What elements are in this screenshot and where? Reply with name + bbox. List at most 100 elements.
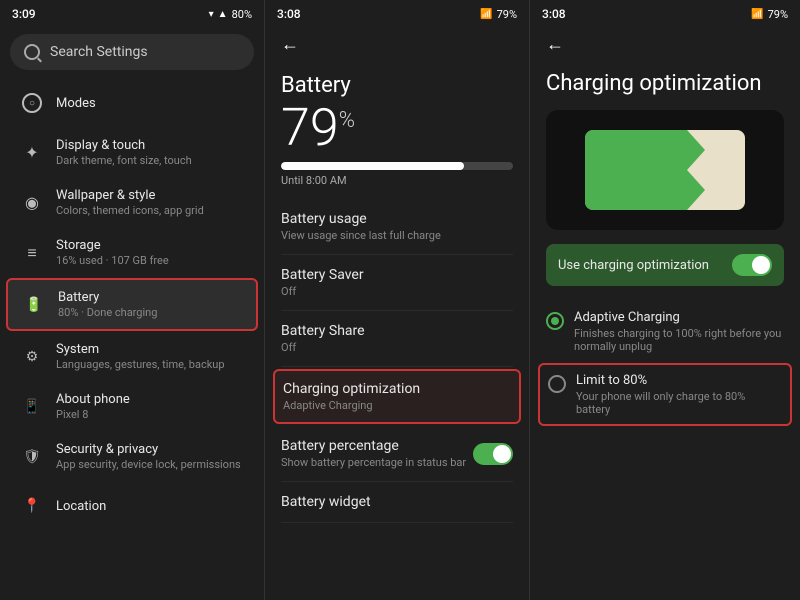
battery-p2: 79% [497,8,517,21]
sidebar-item-modes[interactable]: ○ Modes [6,79,258,127]
battery-visual [585,130,745,210]
battery-share-subtitle: Off [281,341,513,354]
charging-optimization-title: Charging optimization [283,381,511,397]
about-icon: 📱 [18,393,46,421]
sidebar-item-display[interactable]: ✦ Display & touch Dark theme, font size,… [6,128,258,177]
modes-title: Modes [56,96,246,111]
settings-list: ○ Modes ✦ Display & touch Dark theme, fo… [0,78,264,531]
adaptive-charging-radio[interactable] [546,312,564,330]
charging-optimization-subtitle: Adaptive Charging [283,399,511,412]
display-title: Display & touch [56,138,246,153]
charging-status-bar: 3:08 📶 79% [530,0,800,28]
battery-subtitle: 80% · Done charging [58,306,244,319]
limit80-radio[interactable] [548,375,566,393]
signal-icon-p1: ▲ [218,9,228,20]
display-icon: ✦ [18,139,46,167]
security-subtitle: App security, device lock, permissions [56,458,246,471]
sidebar-item-storage[interactable]: ≡ Storage 16% used · 107 GB free [6,228,258,277]
adaptive-charging-title: Adaptive Charging [574,310,784,325]
status-bar-p1: 3:09 ▾ ▲ 80% [0,0,264,28]
battery-saver-item[interactable]: Battery Saver Off [281,255,513,311]
battery-percentage-toggle[interactable] [473,443,513,465]
charging-optimization-item[interactable]: Charging optimization Adaptive Charging [273,369,521,424]
battery-percent-symbol: % [339,110,355,132]
battery-percentage-title: Battery percentage [281,438,466,454]
use-charging-label: Use charging optimization [558,258,709,273]
battery-percentage-item[interactable]: Battery percentage Show battery percenta… [281,426,513,482]
sidebar-item-location[interactable]: 📍 Location [6,482,258,530]
battery-percentage-subtitle: Show battery percentage in status bar [281,456,466,469]
battery-p1: 80% [232,8,252,21]
adaptive-charging-radio-fill [551,317,559,325]
about-title: About phone [56,392,246,407]
battery-usage-title: Battery usage [281,211,513,227]
adaptive-charging-option[interactable]: Adaptive Charging Finishes charging to 1… [546,300,784,363]
search-placeholder: Search Settings [50,44,148,60]
back-button-p2[interactable]: ← [265,28,529,61]
charging-content: Charging optimization Use charging optim… [530,61,800,600]
limit80-option[interactable]: Limit to 80% Your phone will only charge… [538,363,792,426]
settings-panel: 3:09 ▾ ▲ 80% Search Settings ○ Modes ✦ D… [0,0,265,600]
adaptive-charging-subtitle: Finishes charging to 100% right before y… [574,327,784,353]
use-charging-row[interactable]: Use charging optimization [546,244,784,286]
back-arrow-p3: ← [546,34,564,55]
battery-usage-subtitle: View usage since last full charge [281,229,513,242]
sidebar-item-about[interactable]: 📱 About phone Pixel 8 [6,382,258,431]
wifi-icon-p1: ▾ [209,9,214,20]
battery-illustration [546,110,784,230]
battery-saver-subtitle: Off [281,285,513,298]
battery-page-title: Battery [281,73,513,98]
location-title: Location [56,499,246,514]
security-icon: 🛡 [18,443,46,471]
back-button-p3[interactable]: ← [530,28,800,61]
battery-percent-display: 79 % [281,102,513,154]
battery-p3: 79% [768,8,788,21]
battery-saver-title: Battery Saver [281,267,513,283]
battery-widget-title: Battery widget [281,494,513,510]
wifi-icon-p3: 📶 [751,9,763,20]
about-subtitle: Pixel 8 [56,408,246,421]
storage-icon: ≡ [18,239,46,267]
sidebar-item-wallpaper[interactable]: ◉ Wallpaper & style Colors, themed icons… [6,178,258,227]
storage-title: Storage [56,238,246,253]
use-charging-toggle[interactable] [732,254,772,276]
display-subtitle: Dark theme, font size, touch [56,154,246,167]
wallpaper-icon: ◉ [18,189,46,217]
battery-widget-item[interactable]: Battery widget [281,482,513,523]
location-icon: 📍 [18,492,46,520]
battery-usage-item[interactable]: Battery usage View usage since last full… [281,199,513,255]
battery-progress-bar [281,162,513,170]
limit80-subtitle: Your phone will only charge to 80% batte… [576,390,782,416]
system-title: System [56,342,246,357]
battery-share-title: Battery Share [281,323,513,339]
status-icons-p2: 📶 79% [480,8,517,21]
battery-percent-number: 79 [281,102,339,154]
sidebar-item-security[interactable]: 🛡 Security & privacy App security, devic… [6,432,258,481]
sidebar-item-system[interactable]: ⚙ System Languages, gestures, time, back… [6,332,258,381]
battery-fill [585,130,705,210]
charging-page-title: Charging optimization [546,71,784,96]
search-bar[interactable]: Search Settings [10,34,254,70]
back-arrow-p2: ← [281,34,299,55]
system-subtitle: Languages, gestures, time, backup [56,358,246,371]
system-icon: ⚙ [18,343,46,371]
battery-share-item[interactable]: Battery Share Off [281,311,513,367]
charging-optimization-panel: 3:08 📶 79% ← Charging optimization Use c… [530,0,800,600]
storage-subtitle: 16% used · 107 GB free [56,254,246,267]
battery-progress-fill [281,162,464,170]
battery-until: Until 8:00 AM [281,174,513,187]
status-time-p2: 3:08 [277,7,301,21]
status-time-p1: 3:09 [12,7,36,21]
battery-status-bar: 3:08 📶 79% [265,0,529,28]
battery-panel: 3:08 📶 79% ← Battery 79 % Until 8:00 AM … [265,0,530,600]
battery-icon: 🔋 [20,291,48,319]
status-time-p3: 3:08 [542,7,566,21]
status-icons-p1: ▾ ▲ 80% [209,8,252,21]
security-title: Security & privacy [56,442,246,457]
status-icons-p3: 📶 79% [751,8,788,21]
modes-icon: ○ [18,89,46,117]
wallpaper-subtitle: Colors, themed icons, app grid [56,204,246,217]
wifi-icon-p2: 📶 [480,9,492,20]
sidebar-item-battery[interactable]: 🔋 Battery 80% · Done charging [6,278,258,331]
battery-content: Battery 79 % Until 8:00 AM Battery usage… [265,61,529,600]
